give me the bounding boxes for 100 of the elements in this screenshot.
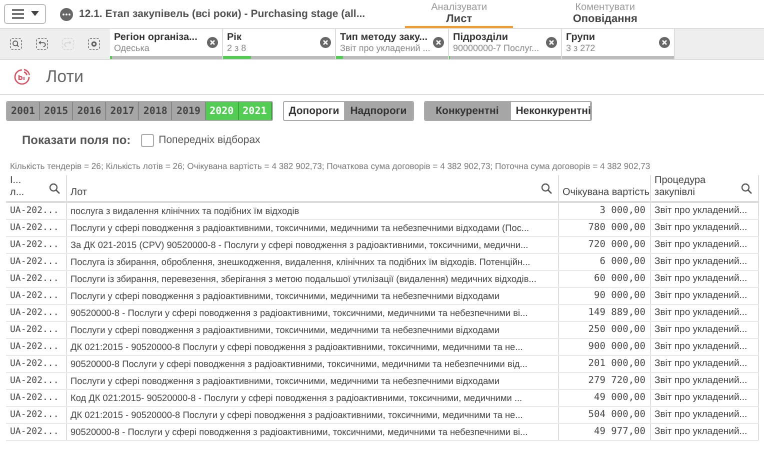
app-title: 12.1. Етап закупівель (всі роки) - Purchasing stage (all... — [79, 7, 366, 21]
threshold-button[interactable]: Надпороги — [345, 102, 413, 120]
threshold-button[interactable]: Допороги — [284, 102, 346, 120]
table-cell: Звіт про укладений... — [650, 270, 758, 288]
menu-button[interactable] — [4, 4, 46, 24]
table-cell: UA-202... — [6, 356, 66, 372]
search-icon[interactable] — [48, 183, 60, 194]
table-cell: 900 000,00 — [558, 338, 650, 356]
clear-icon[interactable] — [207, 37, 218, 48]
selection-chip[interactable]: Регіон організа... Одеська — [110, 29, 223, 59]
table-cell: Звіт про укладений... — [650, 322, 758, 338]
selection-chip[interactable]: Рік 2 з 8 — [223, 29, 336, 59]
filter-name: Рік — [227, 32, 242, 43]
table-cell: 60 000,00 — [558, 270, 650, 288]
year-button[interactable]: 2001 — [7, 102, 40, 120]
table-cell: Послуги у сфері поводження з радіоактивними, токсичними, медичними та небезпечними відходами — [66, 322, 558, 338]
table-cell: UA-202... — [6, 304, 66, 322]
year-button[interactable]: 2018 — [139, 102, 172, 120]
table-cell: Звіт про укладений... — [650, 406, 758, 424]
previous-selections-checkbox[interactable]: Попередніх відборах — [140, 134, 260, 146]
table-cell: UA-202... — [6, 424, 66, 440]
table-cell: 90 000,00 — [558, 288, 650, 304]
year-button[interactable]: 2019 — [172, 102, 206, 120]
clear-icon[interactable] — [546, 37, 557, 48]
logo-icon — [12, 67, 32, 87]
table-cell: UA-202... — [6, 406, 66, 424]
table-cell: 149 889,00 — [558, 304, 650, 322]
table-cell: Звіт про укладений... — [650, 372, 758, 390]
search-icon[interactable] — [740, 183, 752, 194]
table-cell: Послуги у сфері поводження з радіоактивними, токсичними, медичними та небезпечними відходами (Пос... — [66, 220, 558, 236]
table-cell: 201 000,00 — [558, 356, 650, 372]
table-cell: 720 000,00 — [558, 236, 650, 254]
table-cell: Звіт про укладений... — [650, 236, 758, 254]
table-cell: 504 000,00 — [558, 406, 650, 424]
filter-name: Групи — [566, 32, 596, 43]
table-cell: Звіт про укладений... — [650, 338, 758, 356]
table-cell: UA-202... — [6, 236, 66, 254]
table-cell: 49 977,00 — [558, 424, 650, 440]
table-cell: UA-202... — [6, 372, 66, 390]
table-cell: Послуги у сфері поводження з радіоактивними, токсичними, медичними та небезпечними відходами — [66, 288, 558, 304]
year-button[interactable]: 2017 — [106, 102, 140, 120]
table-cell: Послуга із збирання, оброблення, знешкодження, видалення, клінічних та подібних їм відходів. Потенційн... — [66, 254, 558, 270]
table-cell: 90520000-8 - Послуги у сфері поводження з радіоактивними, токсичними, медичними та небезпечними ві... — [66, 424, 558, 440]
table-cell: Звіт про укладений... — [650, 304, 758, 322]
mode-tab[interactable]: Коментувати Оповідання — [551, 0, 660, 28]
table-cell: UA-202... — [6, 202, 66, 220]
show-fields-label: Показати поля по: — [22, 133, 131, 147]
table-cell: Звіт про укладений... — [650, 254, 758, 270]
table-cell: ДК 021:2015 - 90520000-8 Послуги у сфері поводження з радіоактивними, токсичними, медичними та не... — [66, 338, 558, 356]
table-cell: UA-202... — [6, 270, 66, 288]
filter-name: Регіон організа... — [114, 32, 198, 43]
table-cell: UA-202... — [6, 338, 66, 356]
table-cell: Звіт про укладений... — [650, 288, 758, 304]
clear-icon[interactable] — [320, 37, 331, 48]
more-icon[interactable] — [60, 8, 73, 20]
table-cell: Звіт про укладений... — [650, 424, 758, 440]
table-cell: UA-202... — [6, 288, 66, 304]
filter-value: Одеська — [114, 43, 150, 53]
table-cell: 780 000,00 — [558, 220, 650, 236]
table-cell: Звіт про укладений... — [650, 202, 758, 220]
table-cell: 90520000-8 - Послуги у сфері поводження з радіоактивними, токсичними, медичними та небезпечними ві... — [66, 304, 558, 322]
table-cell: 3 000,00 — [558, 202, 650, 220]
table-cell: Звіт про укладений... — [650, 220, 758, 236]
caret-icon — [31, 11, 39, 17]
filter-value: 90000000-7 Послуг... — [453, 43, 539, 53]
table-cell: UA-202... — [6, 390, 66, 406]
selection-chip[interactable]: Групи 3 з 272 — [562, 29, 675, 59]
summary-text: Кількість тендерів = 26; Кількість лотів = 26; Очікувана вартість = 4 382 902,73; Початкова сума договорів = 4 382 902,73; Поточна сума договорів = 4 382 902,73 — [9, 160, 652, 171]
filter-value: 3 з 272 — [566, 43, 596, 53]
table-cell: 250 000,00 — [558, 322, 650, 338]
competition-button[interactable]: Конкурентні — [424, 102, 511, 120]
filter-value: 2 з 8 — [227, 43, 246, 53]
table-cell: послуга з видалення клінічних та подібних їм відходів — [66, 202, 558, 220]
column-header[interactable]: І... л... — [6, 175, 66, 202]
column-header[interactable]: Очікувана вартість — [558, 175, 650, 202]
sheet-title: Лоти — [46, 67, 84, 87]
selection-chip[interactable]: Тип методу заку... Звіт про укладений ... — [336, 29, 449, 59]
table-cell: Код ДК 021:2015- 90520000-8 - Послуги у сфері поводження з радіоактивними, токсичними, медичними ... — [66, 390, 558, 406]
table-cell: 49 000,00 — [558, 390, 650, 406]
year-button[interactable]: 2016 — [73, 102, 106, 120]
filter-name: Тип методу заку... — [340, 32, 428, 43]
year-button[interactable]: 2015 — [40, 102, 74, 120]
table-cell: 6 000,00 — [558, 254, 650, 270]
selection-chip[interactable]: Підрозділи 90000000-7 Послуг... — [449, 29, 562, 59]
table-cell: ДК 021:2015 - 90520000-8 Послуги у сфері поводження з радіоактивними, токсичними, медичними та не... — [66, 406, 558, 424]
search-icon[interactable] — [540, 183, 552, 194]
clear-icon[interactable] — [659, 37, 670, 48]
clear-icon[interactable] — [433, 37, 444, 48]
filter-value: Звіт про укладений ... — [340, 43, 430, 53]
menu-icon — [11, 8, 25, 20]
filter-name: Підрозділи — [453, 32, 508, 43]
column-header[interactable]: Процедура закупівлі — [650, 175, 758, 202]
table-cell: Послуги із збирання, перевезення, зберігання з метою подальшої утилізації (видалення) медичних відходів... — [66, 270, 558, 288]
column-header[interactable]: Лот — [66, 175, 558, 202]
table-cell: Звіт про укладений... — [650, 390, 758, 406]
table-cell: UA-202... — [6, 254, 66, 270]
table-cell: Послуги у сфері поводження з радіоактивними, токсичними, медичними та небезпечними відходами — [66, 372, 558, 390]
table-cell: Звіт про укладений... — [650, 356, 758, 372]
table-cell: UA-202... — [6, 322, 66, 338]
table-cell: За ДК 021-2015 (CPV) 90520000-8 - Послуги у сфері поводження з радіоактивними, токсичними, медични... — [66, 236, 558, 254]
